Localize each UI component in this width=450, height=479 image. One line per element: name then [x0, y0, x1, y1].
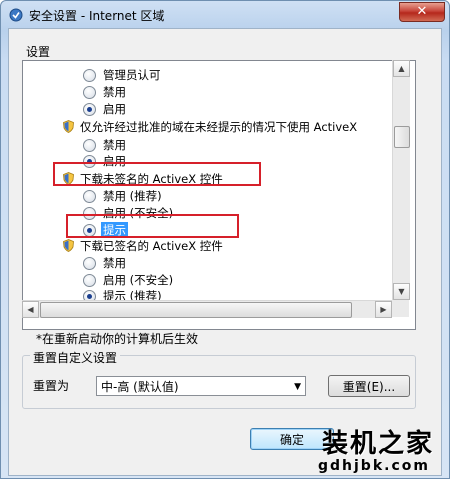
option-label: 禁用 (推荐) — [103, 189, 162, 203]
settings-tree[interactable]: 管理员认可 禁用 启用 仅允许经过批准的域在未经提示的情况下使用 ActiveX… — [22, 60, 416, 330]
scroll-right-icon[interactable]: ▶ — [375, 301, 392, 318]
option-label: 管理员认可 — [103, 68, 161, 82]
option-label: 禁用 — [103, 138, 126, 152]
horizontal-scroll-thumb[interactable] — [40, 302, 352, 318]
reset-group-title: 重置自定义设置 — [30, 349, 121, 366]
security-level-select[interactable]: 中-高 (默认值) ▼ — [96, 376, 306, 396]
highlight-box-unsigned-activex — [53, 162, 261, 186]
option-label: 启用 — [103, 102, 126, 116]
watermark-url: gdhjbk.com — [318, 458, 430, 474]
window-title: 安全设置 - Internet 区域 — [29, 9, 165, 23]
radio-disable-recommended[interactable] — [83, 190, 96, 203]
highlight-box-prompt — [66, 214, 239, 238]
option-label: 禁用 — [103, 256, 126, 270]
scroll-left-icon[interactable]: ◀ — [22, 301, 39, 318]
setting-header: 仅允许经过批准的域在未经提示的情况下使用 ActiveX — [80, 120, 358, 134]
watermark-name: 装机之家 — [322, 429, 435, 459]
settings-section-label: 设置 — [26, 45, 51, 59]
shield-icon — [63, 239, 74, 252]
title-bar[interactable]: 安全设置 - Internet 区域 ✕ — [1, 1, 449, 29]
scroll-up-icon[interactable]: ▲ — [393, 60, 410, 77]
radio-disable[interactable] — [83, 86, 96, 99]
setting-header: 下载已签名的 ActiveX 控件 — [80, 239, 223, 253]
scrollbar-corner — [392, 300, 409, 317]
selected-level: 中-高 (默认值) — [101, 380, 179, 394]
scroll-down-icon[interactable]: ▼ — [393, 283, 410, 300]
shield-icon — [63, 120, 74, 133]
radio-disable[interactable] — [83, 139, 96, 152]
reset-to-label: 重置为 — [33, 379, 70, 393]
radio-disable[interactable] — [83, 257, 96, 270]
close-button[interactable]: ✕ — [399, 2, 445, 22]
restart-note: *在重新启动你的计算机后生效 — [36, 332, 199, 346]
option-label: 禁用 — [103, 85, 126, 99]
radio-enable-unsafe[interactable] — [83, 274, 96, 287]
reset-button[interactable]: 重置(E)... — [328, 375, 410, 397]
close-icon: ✕ — [416, 4, 428, 19]
chevron-down-icon: ▼ — [294, 382, 301, 392]
radio-admin-approval[interactable] — [83, 69, 96, 82]
option-label: 启用 (不安全) — [103, 273, 174, 287]
vertical-scroll-thumb[interactable] — [394, 126, 410, 148]
internet-security-icon — [9, 8, 23, 22]
vertical-scrollbar[interactable]: ▲ ▼ — [392, 60, 410, 300]
radio-enable[interactable] — [83, 103, 96, 116]
horizontal-scrollbar[interactable]: ◀ ▶ — [22, 300, 392, 318]
